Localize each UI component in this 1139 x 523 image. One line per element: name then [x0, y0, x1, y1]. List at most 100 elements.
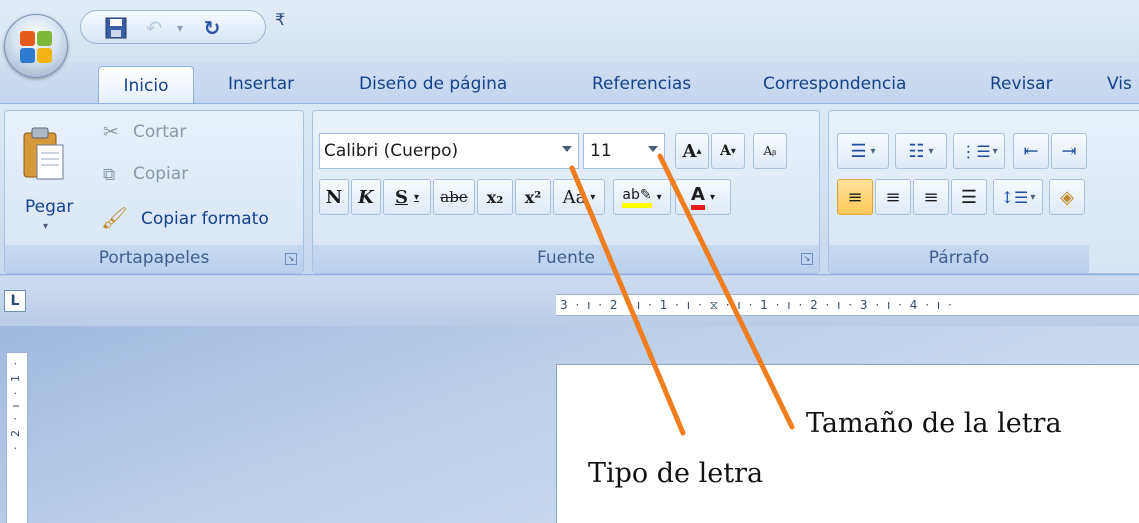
numbering-icon: ☷	[908, 140, 925, 162]
paragraph-group-label: Párrafo	[829, 245, 1089, 273]
increase-indent-button[interactable]: ⇥	[1051, 133, 1087, 169]
horizontal-ruler-scale: 3 · ı · 2 · ı · 1 · ı · ⧖ · ı · 1 · ı · …	[560, 298, 954, 312]
decrease-indent-button[interactable]: ⇤	[1013, 133, 1049, 169]
clear-format-button[interactable]: Aᵦ	[753, 133, 787, 169]
bold-button[interactable]: N	[319, 179, 349, 215]
shrink-font-button[interactable]: A ▾	[711, 133, 745, 169]
paste-label: Pegar	[25, 197, 74, 217]
font-color-button[interactable]: A ▾	[675, 179, 731, 215]
font-group: Calibri (Cuerpo) 11 A ▴ A ▾ Aᵦ N K S ▾ abe …	[312, 110, 820, 274]
superscript-label: x²	[524, 187, 542, 207]
vertical-ruler[interactable]: · 2 · ı · 1 ·	[6, 352, 28, 523]
strikethrough-label: abe	[440, 188, 468, 206]
cut-label: Cortar	[133, 122, 187, 142]
font-type-callout: Tipo de letra	[588, 458, 764, 489]
font-size-dropdown-icon[interactable]	[648, 146, 658, 152]
highlight-icon: ab✎	[622, 187, 652, 208]
office-button[interactable]	[4, 14, 68, 78]
paste-dropdown-icon[interactable]: ▾	[43, 221, 48, 232]
justify-icon: ☰	[960, 186, 978, 208]
numbering-button[interactable]: ☷ ▾	[895, 133, 947, 169]
save-icon[interactable]	[103, 15, 129, 41]
quick-access-toolbar: ↶ ▾ ↻	[80, 10, 266, 44]
ruler-row: L 3 · ı · 2 · ı · 1 · ı · ⧖ · ı · 1 · ı …	[0, 276, 1139, 326]
clipboard-launcher-icon[interactable]: ↘	[285, 253, 297, 265]
undo-icon[interactable]: ↶	[141, 15, 167, 41]
copy-icon: ⧉	[103, 165, 116, 185]
italic-label: K	[358, 186, 374, 208]
bullets-button[interactable]: ☰ ▾	[837, 133, 889, 169]
underline-button[interactable]: S ▾	[383, 179, 431, 215]
format-painter-icon: 🖌	[101, 206, 128, 230]
format-painter-button[interactable]: 🖌 Copiar formato	[97, 205, 297, 235]
font-name-dropdown-icon[interactable]	[562, 146, 572, 152]
tab-diseno-de-pagina[interactable]: Diseño de página	[359, 74, 507, 94]
vertical-ruler-scale: · 2 · ı · 1 ·	[9, 359, 22, 451]
ribbon: Pegar ▾ ✂ Cortar ⧉ Copiar 🖌 Copiar forma…	[0, 103, 1139, 275]
shrink-font-icon: A	[720, 143, 731, 159]
font-name-value: Calibri (Cuerpo)	[324, 141, 459, 161]
font-group-label: Fuente	[313, 245, 819, 273]
document-page[interactable]	[556, 364, 1139, 523]
grow-font-button[interactable]: A ▴	[675, 133, 709, 169]
font-name-combo[interactable]: Calibri (Cuerpo)	[319, 133, 579, 169]
redo-icon[interactable]: ↻	[199, 15, 225, 41]
customize-qat-icon[interactable]: ₹	[275, 10, 285, 29]
font-size-combo[interactable]: 11	[583, 133, 665, 169]
strikethrough-button[interactable]: abe	[433, 179, 475, 215]
office-logo-icon	[20, 31, 52, 63]
font-launcher-icon[interactable]: ↘	[801, 253, 813, 265]
ribbon-tabs: Inicio Insertar Diseño de página Referen…	[0, 62, 1139, 106]
highlight-button[interactable]: ab✎ ▾	[613, 179, 671, 215]
increase-indent-icon: ⇥	[1061, 140, 1077, 162]
align-center-button[interactable]: ≡	[875, 179, 911, 215]
shading-icon: ◈	[1060, 186, 1074, 208]
italic-button[interactable]: K	[351, 179, 381, 215]
subscript-label: x₂	[486, 187, 504, 207]
bold-label: N	[325, 186, 343, 208]
tab-referencias[interactable]: Referencias	[592, 74, 691, 94]
copy-button[interactable]: ⧉ Copiar	[97, 161, 217, 191]
superscript-button[interactable]: x²	[515, 179, 551, 215]
paste-button[interactable]: Pegar ▾	[15, 121, 79, 239]
align-left-button[interactable]: ≡	[837, 179, 873, 215]
paste-icon	[23, 127, 64, 180]
align-right-button[interactable]: ≡	[913, 179, 949, 215]
subscript-button[interactable]: x₂	[477, 179, 513, 215]
change-case-button[interactable]: Aa ▾	[553, 179, 605, 215]
undo-dropdown-icon[interactable]: ▾	[167, 15, 193, 41]
paragraph-group: ☰ ▾ ☷ ▾ ⋮☰ ▾ ⇤ ⇥ ≡ ≡ ≡ ☰ ↕☰ ▾ ◈ Párrafo	[828, 110, 1139, 274]
grow-font-icon: A	[682, 140, 697, 162]
tab-insertar[interactable]: Insertar	[228, 74, 294, 94]
multilevel-list-icon: ⋮☰	[960, 141, 991, 161]
tab-vista[interactable]: Vis	[1107, 74, 1132, 94]
underline-label: S	[394, 186, 408, 208]
copy-label: Copiar	[133, 164, 189, 184]
multilevel-list-button[interactable]: ⋮☰ ▾	[953, 133, 1005, 169]
line-spacing-icon: ↕☰	[1000, 187, 1029, 207]
horizontal-ruler[interactable]: 3 · ı · 2 · ı · 1 · ı · ⧖ · ı · 1 · ı · …	[556, 294, 1139, 316]
cut-button[interactable]: ✂ Cortar	[97, 119, 217, 149]
align-right-icon: ≡	[923, 186, 939, 208]
change-case-label: Aa	[562, 186, 587, 208]
format-painter-label: Copiar formato	[141, 209, 269, 229]
align-center-icon: ≡	[885, 186, 901, 208]
title-bar: ↶ ▾ ↻ ₹	[0, 0, 1139, 62]
align-left-icon: ≡	[847, 186, 863, 208]
tab-inicio[interactable]: Inicio	[98, 66, 194, 106]
clipboard-group: Pegar ▾ ✂ Cortar ⧉ Copiar 🖌 Copiar forma…	[4, 110, 304, 274]
clipboard-group-label: Portapapeles	[5, 245, 303, 273]
shading-button[interactable]: ◈	[1049, 179, 1085, 215]
tab-correspondencia[interactable]: Correspondencia	[763, 74, 906, 94]
tab-selector-button[interactable]: L	[4, 290, 26, 312]
justify-button[interactable]: ☰	[951, 179, 987, 215]
line-spacing-button[interactable]: ↕☰ ▾	[993, 179, 1043, 215]
scissors-icon: ✂	[103, 121, 119, 143]
font-color-icon: A	[691, 184, 705, 210]
tab-revisar[interactable]: Revisar	[990, 74, 1053, 94]
font-color-label: A	[691, 184, 705, 205]
font-size-callout: Tamaño de la letra	[806, 408, 1062, 439]
font-size-value: 11	[590, 141, 612, 161]
bullets-icon: ☰	[850, 140, 867, 162]
decrease-indent-icon: ⇤	[1023, 140, 1039, 162]
